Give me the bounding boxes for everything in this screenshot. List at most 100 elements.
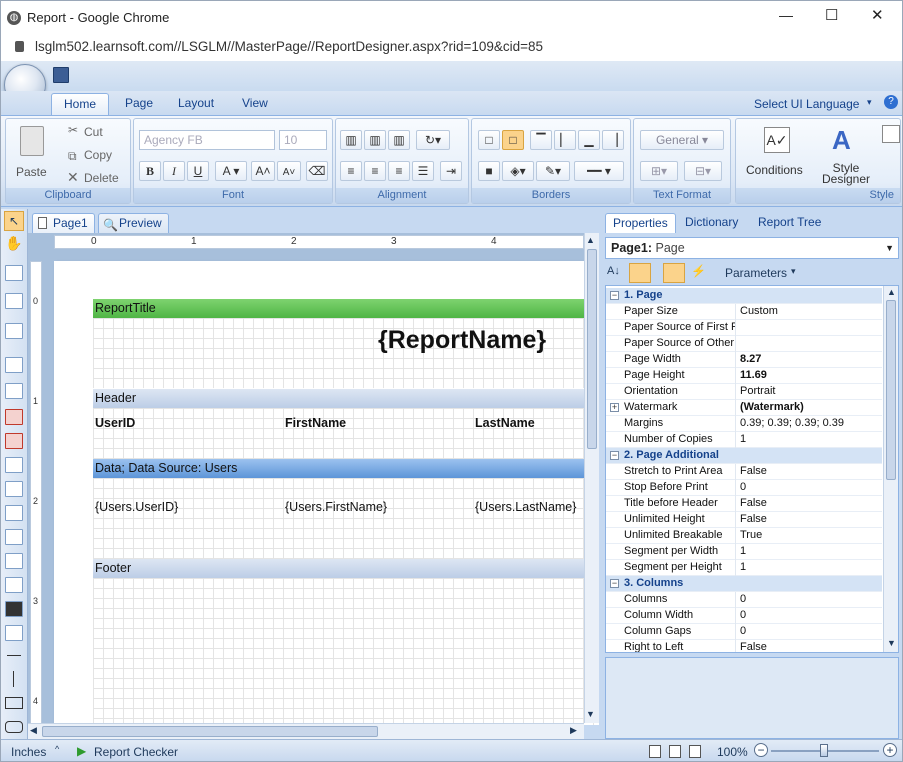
- chart-tool-icon[interactable]: [5, 553, 23, 569]
- property-row[interactable]: Margins 0.39; 0.39; 0.39; 0.39: [606, 416, 882, 432]
- data-band-header[interactable]: Data; Data Source: Users: [93, 459, 599, 478]
- tab-preview[interactable]: 🔍 Preview: [98, 213, 169, 233]
- footer-band-header[interactable]: Footer: [93, 559, 599, 578]
- property-row[interactable]: Segment per Width 1: [606, 544, 882, 560]
- property-grid[interactable]: −1. Page Paper Size Custom Paper Source of …: [605, 285, 899, 653]
- delete-button[interactable]: Delete: [84, 171, 119, 185]
- help-icon[interactable]: ?: [884, 95, 898, 109]
- parameters-button[interactable]: Parameters: [725, 266, 787, 280]
- property-value[interactable]: 0: [740, 624, 882, 639]
- scroll-down-arrow-icon[interactable]: ▼: [586, 709, 595, 719]
- data-userid[interactable]: {Users.UserID}: [95, 500, 178, 514]
- sort-az-icon[interactable]: A↓: [607, 265, 620, 277]
- format-combo[interactable]: General ▾: [640, 130, 724, 150]
- scroll-up-arrow-icon[interactable]: ▲: [887, 287, 896, 297]
- header-userid[interactable]: UserID: [95, 416, 135, 430]
- scroll-thumb[interactable]: [587, 249, 597, 449]
- property-row[interactable]: Column Width 0: [606, 608, 882, 624]
- property-row[interactable]: Right to Left False: [606, 640, 882, 652]
- scroll-up-arrow-icon[interactable]: ▲: [586, 235, 595, 245]
- object-selector[interactable]: Page1: Page ▼: [605, 237, 899, 259]
- text-in-cells-tool-icon[interactable]: [5, 383, 23, 399]
- property-row[interactable]: Title before Header False: [606, 496, 882, 512]
- rotate-button[interactable]: ↻▾: [416, 130, 450, 150]
- panel-tool-icon[interactable]: [5, 323, 23, 339]
- shadow-button[interactable]: ■: [478, 161, 500, 181]
- font-size-combo[interactable]: 10: [279, 130, 327, 150]
- align-right-button[interactable]: ≡: [388, 161, 410, 181]
- zoom-out-icon[interactable]: −: [754, 743, 768, 757]
- events-icon[interactable]: ⚡: [691, 264, 706, 278]
- tab-view[interactable]: View: [230, 93, 280, 115]
- design-horizontal-scrollbar[interactable]: ◀ ▶: [28, 723, 584, 739]
- border-color-button[interactable]: ✎▾: [536, 161, 570, 181]
- expand-icon[interactable]: +: [610, 403, 619, 412]
- rounded-rectangle-tool-icon[interactable]: [5, 721, 23, 733]
- barcode-right-icon[interactable]: ▥: [388, 130, 410, 150]
- all-borders-button[interactable]: □: [478, 130, 500, 150]
- grid-scroll-thumb[interactable]: [886, 300, 896, 480]
- save-icon[interactable]: [53, 67, 69, 83]
- design-surface[interactable]: 0 1 2 3 4 0 1 2 3 4 ReportTitle {ReportN…: [28, 233, 599, 725]
- image-tool-icon[interactable]: [5, 457, 23, 473]
- ui-language-select[interactable]: Select UI Language: [754, 97, 859, 111]
- cut-button[interactable]: Cut: [84, 125, 103, 139]
- property-value[interactable]: (Watermark): [740, 400, 882, 415]
- property-row[interactable]: Paper Size Custom: [606, 304, 882, 320]
- subreport-tool-icon[interactable]: [5, 505, 23, 521]
- property-value[interactable]: 0: [740, 480, 882, 495]
- format-2-button[interactable]: ⊟▾: [684, 161, 722, 181]
- header-firstname[interactable]: FirstName: [285, 416, 346, 430]
- vertical-line-tool-icon[interactable]: [13, 671, 14, 687]
- tab-home[interactable]: Home: [51, 93, 110, 115]
- property-value[interactable]: 1: [740, 432, 882, 447]
- header-lastname[interactable]: LastName: [475, 416, 535, 430]
- format-1-button[interactable]: ⊞▾: [640, 161, 678, 181]
- property-category[interactable]: −2. Page Additional: [606, 448, 882, 464]
- checkbox-tool-icon[interactable]: [5, 481, 23, 497]
- border-style-button[interactable]: ━━ ▾: [574, 161, 624, 181]
- url-text[interactable]: lsglm502.learnsoft.com//LSGLM//MasterPag…: [35, 39, 543, 54]
- categorized-icon[interactable]: [629, 263, 651, 283]
- no-border-button[interactable]: □: [502, 130, 524, 150]
- border-top-button[interactable]: ▔: [530, 130, 552, 150]
- report-page[interactable]: ReportTitle {ReportName} Header UserID F…: [54, 261, 599, 725]
- tab-properties[interactable]: Properties: [605, 213, 676, 233]
- property-value[interactable]: False: [740, 512, 882, 527]
- italic-button[interactable]: I: [163, 161, 185, 181]
- hscroll-thumb[interactable]: [42, 726, 378, 737]
- property-value[interactable]: False: [740, 464, 882, 479]
- property-row[interactable]: Page Height 11.69: [606, 368, 882, 384]
- header-band[interactable]: UserID FirstName LastName: [93, 408, 599, 459]
- property-row[interactable]: Paper Source of First P: [606, 320, 882, 336]
- table-tool-icon[interactable]: [5, 529, 23, 545]
- grid-vertical-scrollbar[interactable]: ▲ ▼: [883, 286, 898, 652]
- text-tool-icon[interactable]: [5, 357, 23, 373]
- property-row[interactable]: Stretch to Print Area False: [606, 464, 882, 480]
- scroll-left-arrow-icon[interactable]: ◀: [30, 725, 37, 736]
- zoom-in-icon[interactable]: +: [883, 743, 897, 757]
- tab-dictionary[interactable]: Dictionary: [678, 213, 745, 233]
- data-band[interactable]: {Users.UserID} {Users.FirstName} {Users.…: [93, 478, 599, 560]
- hand-tool-icon[interactable]: ✋: [5, 235, 22, 252]
- bold-button[interactable]: B: [139, 161, 161, 181]
- border-left-button[interactable]: ▏: [554, 130, 576, 150]
- font-color-button[interactable]: A ▾: [215, 161, 247, 181]
- border-right-button[interactable]: ▕: [602, 130, 624, 150]
- grow-font-button[interactable]: A˄: [251, 161, 275, 181]
- tab-report-tree[interactable]: Report Tree: [751, 213, 828, 233]
- address-bar[interactable]: lsglm502.learnsoft.com//LSGLM//MasterPag…: [1, 35, 902, 61]
- collapse-icon[interactable]: −: [610, 579, 619, 588]
- property-row[interactable]: Segment per Height 1: [606, 560, 882, 576]
- property-row[interactable]: Number of Copies 1: [606, 432, 882, 448]
- shrink-font-button[interactable]: A˅: [277, 161, 301, 181]
- border-bottom-button[interactable]: ▁: [578, 130, 600, 150]
- collapse-icon[interactable]: −: [610, 291, 619, 300]
- property-row[interactable]: Unlimited Height False: [606, 512, 882, 528]
- property-category[interactable]: −3. Columns: [606, 576, 882, 592]
- property-value[interactable]: 11.69: [740, 368, 882, 383]
- data-lastname[interactable]: {Users.LastName}: [475, 500, 576, 514]
- system-text-tool-icon[interactable]: [5, 433, 23, 449]
- align-center-button[interactable]: ≡: [364, 161, 386, 181]
- tab-page1[interactable]: Page1: [32, 213, 95, 233]
